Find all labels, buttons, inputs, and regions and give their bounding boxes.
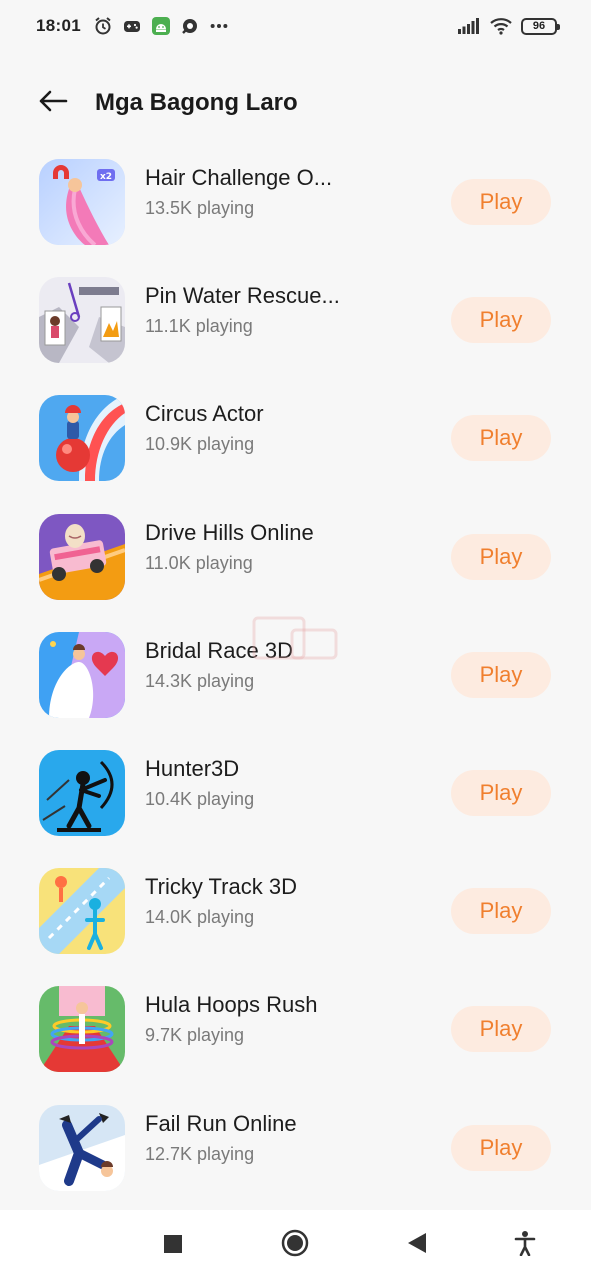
page-title: Mga Bagong Laro — [95, 89, 298, 116]
game-title: Hula Hoops Rush — [145, 992, 318, 1018]
game-player-count: 14.0K playing — [145, 907, 255, 928]
play-button[interactable]: Play — [451, 415, 551, 462]
gamepad-icon — [122, 16, 142, 36]
accessibility-icon — [514, 1230, 536, 1261]
circus-actor-game-icon — [39, 395, 125, 482]
play-button[interactable]: Play — [451, 179, 551, 226]
bridal-race-game-icon — [39, 631, 125, 718]
play-button[interactable]: Play — [451, 297, 551, 344]
game-title: Pin Water Rescue... — [145, 283, 340, 309]
game-row[interactable]: Tricky Track 3D 14.0K playing Play — [0, 852, 591, 970]
game-title: Hunter3D — [145, 755, 240, 781]
notification-icons — [93, 16, 229, 36]
game-title: Tricky Track 3D — [145, 874, 297, 900]
recents-button[interactable] — [160, 1233, 186, 1259]
system-nav-bar — [0, 1210, 591, 1280]
game-info: Drive Hills Online 11.0K playing — [145, 518, 345, 576]
game-row[interactable]: Hula Hoops Rush 9.7K playing Play — [0, 970, 591, 1088]
game-title: Fail Run Online — [145, 1110, 297, 1136]
game-title: Drive Hills Online — [145, 519, 314, 545]
play-button[interactable]: Play — [451, 533, 551, 580]
game-player-count: 11.0K playing — [145, 552, 253, 573]
game-player-count: 14.3K playing — [145, 670, 255, 691]
home-button[interactable] — [280, 1229, 310, 1262]
alarm-icon — [93, 16, 113, 36]
game-title: Circus Actor — [145, 401, 264, 427]
game-player-count: 10.9K playing — [145, 434, 255, 455]
game-list: x2 Hair Challenge O... 13.5K playing Pla… — [0, 143, 591, 1207]
system-status: 96 — [457, 16, 560, 36]
signal-icon — [457, 16, 481, 36]
hunter3d-game-icon — [39, 750, 125, 837]
chat-bubble-icon — [180, 16, 200, 36]
drive-hills-game-icon — [39, 513, 125, 600]
back-triangle-icon — [407, 1232, 427, 1259]
watermark-logo — [252, 612, 340, 668]
hair-challenge-game-icon: x2 — [39, 159, 125, 246]
play-button[interactable]: Play — [451, 1006, 551, 1053]
game-info: Tricky Track 3D 14.0K playing — [145, 872, 345, 930]
header: Mga Bagong Laro — [0, 74, 591, 132]
play-button[interactable]: Play — [451, 651, 551, 698]
game-row[interactable]: Fail Run Online 12.7K playing Play — [0, 1089, 591, 1207]
game-player-count: 11.1K playing — [145, 316, 253, 337]
game-row[interactable]: x2 Hair Challenge O... 13.5K playing Pla… — [0, 143, 591, 261]
game-row[interactable]: Pin Water Rescue... 11.1K playing Play — [0, 261, 591, 379]
game-player-count: 9.7K playing — [145, 1025, 245, 1046]
play-button[interactable]: Play — [451, 770, 551, 817]
game-player-count: 12.7K playing — [145, 1143, 255, 1164]
pin-water-rescue-game-icon — [39, 277, 125, 364]
nav-back-button[interactable] — [404, 1232, 430, 1258]
fail-run-game-icon — [39, 1104, 125, 1191]
game-row[interactable]: Circus Actor 10.9K playing Play — [0, 379, 591, 497]
hula-hoops-game-icon — [39, 986, 125, 1073]
wifi-icon — [489, 16, 513, 36]
game-info: Hula Hoops Rush 9.7K playing — [145, 990, 345, 1048]
arrow-left-icon — [38, 90, 68, 117]
game-row[interactable]: Drive Hills Online 11.0K playing Play — [0, 498, 591, 616]
game-title: Hair Challenge O... — [145, 165, 333, 190]
play-button[interactable]: Play — [451, 888, 551, 935]
svg-text:x2: x2 — [100, 172, 112, 182]
recents-square-icon — [164, 1234, 182, 1258]
game-info: Pin Water Rescue... 11.1K playing — [145, 281, 345, 339]
android-app-icon — [151, 16, 171, 36]
back-button[interactable] — [28, 78, 78, 128]
game-info: Hunter3D 10.4K playing — [145, 754, 345, 812]
tricky-track-game-icon — [39, 868, 125, 955]
status-bar: 18:01 96 — [0, 0, 591, 52]
play-button[interactable]: Play — [451, 1124, 551, 1171]
game-row[interactable]: Hunter3D 10.4K playing Play — [0, 734, 591, 852]
game-info: Circus Actor 10.9K playing — [145, 399, 345, 457]
more-dots-icon — [209, 16, 229, 36]
game-info: Fail Run Online 12.7K playing — [145, 1109, 345, 1167]
game-player-count: 13.5K playing — [145, 198, 255, 218]
game-player-count: 10.4K playing — [145, 788, 255, 809]
game-info: Hair Challenge O... 13.5K playing — [145, 163, 345, 221]
home-circle-icon — [281, 1229, 309, 1262]
accessibility-button[interactable] — [512, 1230, 538, 1260]
status-time: 18:01 — [36, 16, 81, 35]
battery-indicator: 96 — [521, 17, 560, 35]
